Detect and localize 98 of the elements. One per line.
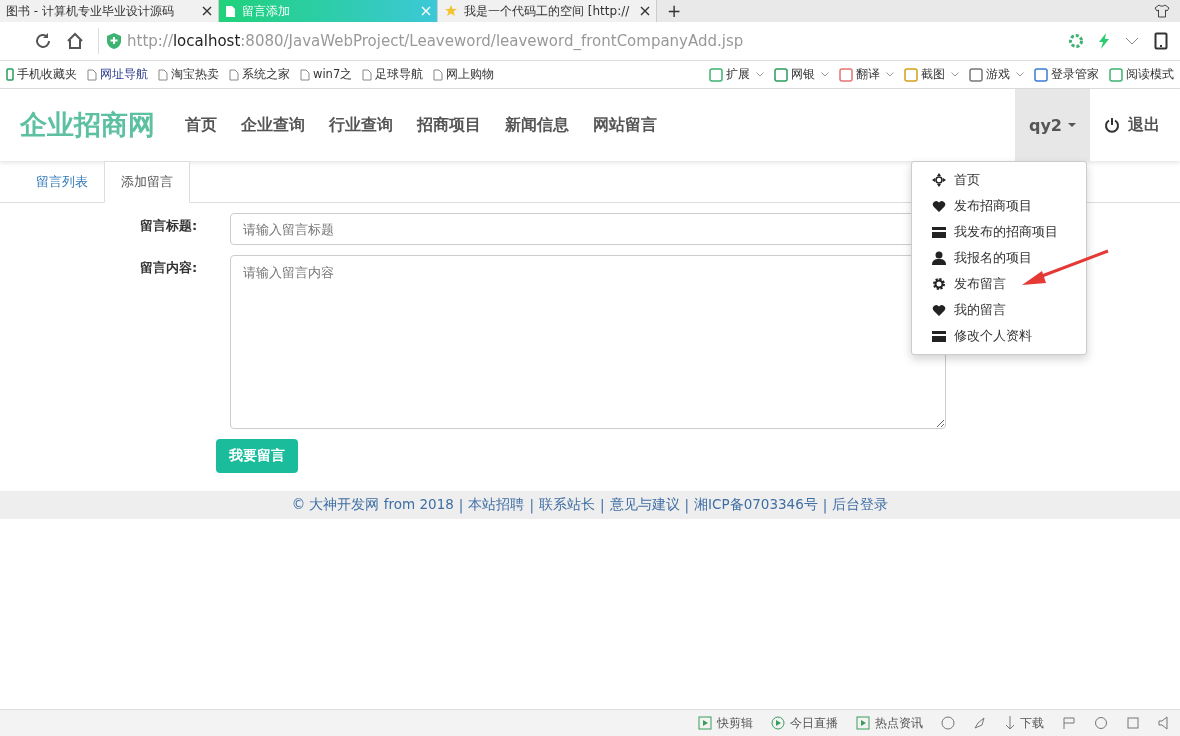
tool-icon: [1034, 67, 1048, 82]
menu-label: 我的留言: [954, 301, 1006, 319]
separator-text: |: [684, 497, 690, 513]
phone-icon: [6, 68, 14, 81]
separator-text: |: [458, 497, 464, 513]
browser-tab[interactable]: 图书 - 计算机专业毕业设计源码: [0, 0, 219, 22]
footer-link[interactable]: 后台登录: [832, 496, 889, 514]
toolbar-button[interactable]: 翻译: [839, 67, 894, 82]
tablet-icon[interactable]: [1154, 32, 1168, 50]
tab-title: 我是一个代码工的空间 [http://: [464, 2, 631, 20]
toolbar-button[interactable]: 网银: [774, 67, 829, 82]
page-icon: [433, 68, 444, 81]
toolbar-button[interactable]: 阅读模式: [1109, 67, 1174, 82]
separator-text: |: [599, 497, 605, 513]
page-icon: [225, 4, 236, 18]
tool-icon: [774, 67, 788, 82]
toolbar-button[interactable]: 截图: [904, 67, 959, 82]
download-button[interactable]: 下载: [1005, 714, 1044, 732]
status-icon: [771, 716, 785, 730]
content-tab[interactable]: 添加留言: [104, 161, 190, 203]
bookmark-link[interactable]: 系统之家: [229, 67, 290, 82]
close-icon[interactable]: [640, 6, 650, 16]
caret-icon: [1068, 123, 1076, 127]
power-icon: [1104, 117, 1120, 133]
page-icon: [158, 68, 168, 81]
menu-label: 我发布的招商项目: [954, 223, 1058, 241]
status-item[interactable]: 快剪辑: [698, 714, 753, 732]
menu-label: 首页: [954, 171, 980, 189]
lightning-icon[interactable]: [1098, 33, 1110, 49]
home-icon[interactable]: [66, 32, 84, 50]
status-item[interactable]: 今日直播: [771, 714, 838, 732]
form-label: 留言内容:: [140, 259, 199, 277]
menu-label: 发布招商项目: [954, 197, 1032, 215]
tool-icon: [904, 67, 918, 82]
close-icon[interactable]: [202, 6, 212, 16]
star-icon: [444, 4, 458, 18]
new-tab-button[interactable]: +: [657, 0, 692, 22]
tool-icon: [709, 67, 723, 82]
footer-link[interactable]: 本站招聘: [468, 496, 525, 514]
bookmark-link[interactable]: 足球导航: [362, 67, 424, 82]
address-field[interactable]: http://localhost:8080/JavaWebProject/Leaveword/leaveword_frontCompanyAdd.jsp: [98, 28, 1054, 54]
bookmark-link[interactable]: 网址导航: [87, 67, 148, 82]
browser-tab[interactable]: 我是一个代码工的空间 [http://: [438, 0, 657, 22]
tab-title: 留言添加: [242, 2, 291, 20]
nav-link[interactable]: 招商项目: [405, 114, 493, 136]
shirt-icon[interactable]: [1154, 4, 1170, 18]
window-icon[interactable]: [1126, 716, 1140, 730]
form-label: 留言标题:: [140, 217, 199, 235]
down-arrow-icon: [1005, 716, 1015, 730]
menu-label: 发布留言: [954, 275, 1006, 293]
content-tab[interactable]: 留言列表: [20, 162, 104, 202]
tool-icon: [839, 67, 853, 82]
logout-link[interactable]: 退出: [1090, 114, 1180, 136]
card-icon: [932, 330, 946, 342]
shield-icon: [107, 33, 121, 49]
move-icon: [932, 173, 946, 187]
gear-icon: [932, 277, 946, 291]
nav-link[interactable]: 行业查询: [317, 114, 405, 136]
status-icon: [856, 716, 870, 730]
tab-title: 图书 - 计算机专业毕业设计源码: [6, 2, 175, 20]
spinner-icon[interactable]: [1068, 33, 1084, 49]
bookmark-link[interactable]: 淘宝热卖: [158, 67, 219, 82]
page-icon: [87, 68, 97, 81]
copyright-text: © 大神开发网 from 2018: [291, 496, 454, 514]
status-icon: [698, 716, 712, 730]
footer-link[interactable]: 湘ICP备0703346号: [694, 496, 818, 514]
menu-item[interactable]: 首页: [912, 167, 1086, 193]
toolbar-button[interactable]: 登录管家: [1034, 67, 1099, 82]
nav-link[interactable]: 网站留言: [581, 114, 669, 136]
toolbar-button[interactable]: 游戏: [969, 67, 1024, 82]
nav-link[interactable]: 新闻信息: [493, 114, 581, 136]
page-icon: [362, 68, 373, 81]
toolbar-button[interactable]: 扩展: [709, 67, 764, 82]
reload-icon[interactable]: [34, 32, 52, 50]
bookmark-link[interactable]: win7之: [300, 67, 353, 82]
separator-text: |: [529, 497, 534, 513]
nav-link[interactable]: 首页: [173, 114, 229, 136]
heart-icon: [932, 199, 946, 213]
tool-icon: [1109, 67, 1123, 82]
tool-icon: [969, 67, 983, 82]
user-dropdown[interactable]: qy2: [1015, 89, 1090, 161]
menu-label: 修改个人资料: [954, 327, 1032, 345]
bookmark-link[interactable]: 网上购物: [433, 67, 495, 82]
user-icon: [932, 251, 946, 265]
nav-link[interactable]: 企业查询: [229, 114, 317, 136]
footer-link[interactable]: 联系站长: [538, 496, 595, 514]
status-item[interactable]: 热点资讯: [856, 714, 923, 732]
content-textarea[interactable]: 请输入留言内容: [230, 255, 946, 429]
card-icon: [932, 226, 946, 238]
heart-icon: [932, 303, 946, 317]
page-icon: [300, 68, 310, 81]
speaker-icon[interactable]: [1158, 716, 1170, 730]
menu-label: 我报名的项目: [954, 249, 1032, 267]
separator-text: |: [822, 497, 828, 513]
footer-link[interactable]: 意见与建议: [609, 496, 680, 514]
page-icon: [229, 68, 239, 81]
flag-icon[interactable]: [1062, 716, 1076, 730]
bookmark-link[interactable]: 手机收藏夹: [6, 67, 77, 82]
